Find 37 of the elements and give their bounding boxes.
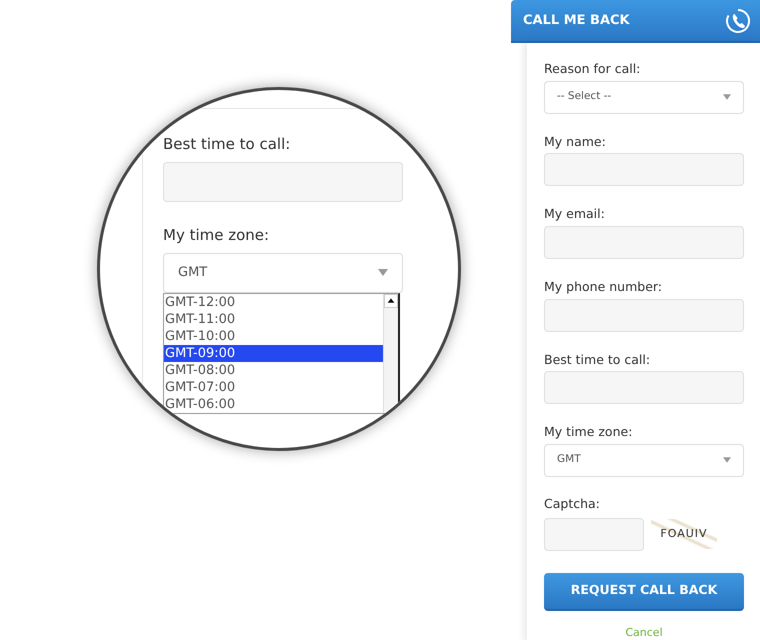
input-field[interactable]: [544, 153, 744, 186]
field-label: My name:: [544, 134, 607, 150]
time-zone-option[interactable]: GMT-09:00: [164, 344, 383, 362]
phone-icon: [725, 8, 751, 34]
caret-icon: [723, 457, 731, 464]
field-label: My time zone:: [544, 424, 634, 440]
select-value: -- Select --: [557, 89, 612, 104]
caret-icon: [723, 94, 731, 100]
request-call-back-button[interactable]: REQUEST CALL BACK: [544, 572, 744, 610]
panel-title: CALL ME BACK: [523, 12, 630, 30]
time-zone-option[interactable]: GMT-10:00: [164, 328, 383, 344]
field-label: My time zone:: [163, 226, 270, 244]
captcha-text: FOAUIV: [660, 526, 708, 542]
time-zone-option[interactable]: GMT-12:00: [164, 294, 383, 310]
time-zone-select[interactable]: -- Select --: [544, 80, 744, 114]
time-zone-select[interactable]: GMT: [163, 252, 403, 292]
captcha-field[interactable]: [544, 518, 644, 550]
scrollbar[interactable]: [383, 294, 398, 412]
select-value: GMT: [178, 264, 208, 282]
input-field[interactable]: [544, 371, 744, 404]
input-field[interactable]: [544, 298, 744, 332]
field-label: Captcha:: [544, 494, 601, 513]
time-zone-option[interactable]: GMT-11:00: [164, 310, 383, 328]
time-zone-select[interactable]: GMT: [544, 444, 744, 477]
field-label: Reason for call:: [544, 61, 642, 77]
field-label: Best time to call:: [163, 135, 292, 154]
field-label: Best time to call:: [544, 352, 652, 368]
time-zone-option[interactable]: GMT-06:00: [164, 396, 383, 412]
time-zone-option[interactable]: GMT-07:00: [164, 378, 383, 396]
time-zone-option[interactable]: GMT-08:00: [164, 362, 383, 378]
caret-icon: [378, 269, 388, 276]
input-field[interactable]: [163, 162, 403, 202]
select-value: GMT: [557, 452, 581, 468]
field-label: My email:: [544, 206, 606, 222]
field-label: My phone number:: [544, 278, 664, 294]
input-field[interactable]: [544, 226, 744, 259]
time-zone-dropdown-list[interactable]: GMT-12:00 GMT-11:00 GMT-10:00 GMT-09:00 GMT-08:00 GMT-07:00 GMT-06:00: [163, 292, 400, 414]
